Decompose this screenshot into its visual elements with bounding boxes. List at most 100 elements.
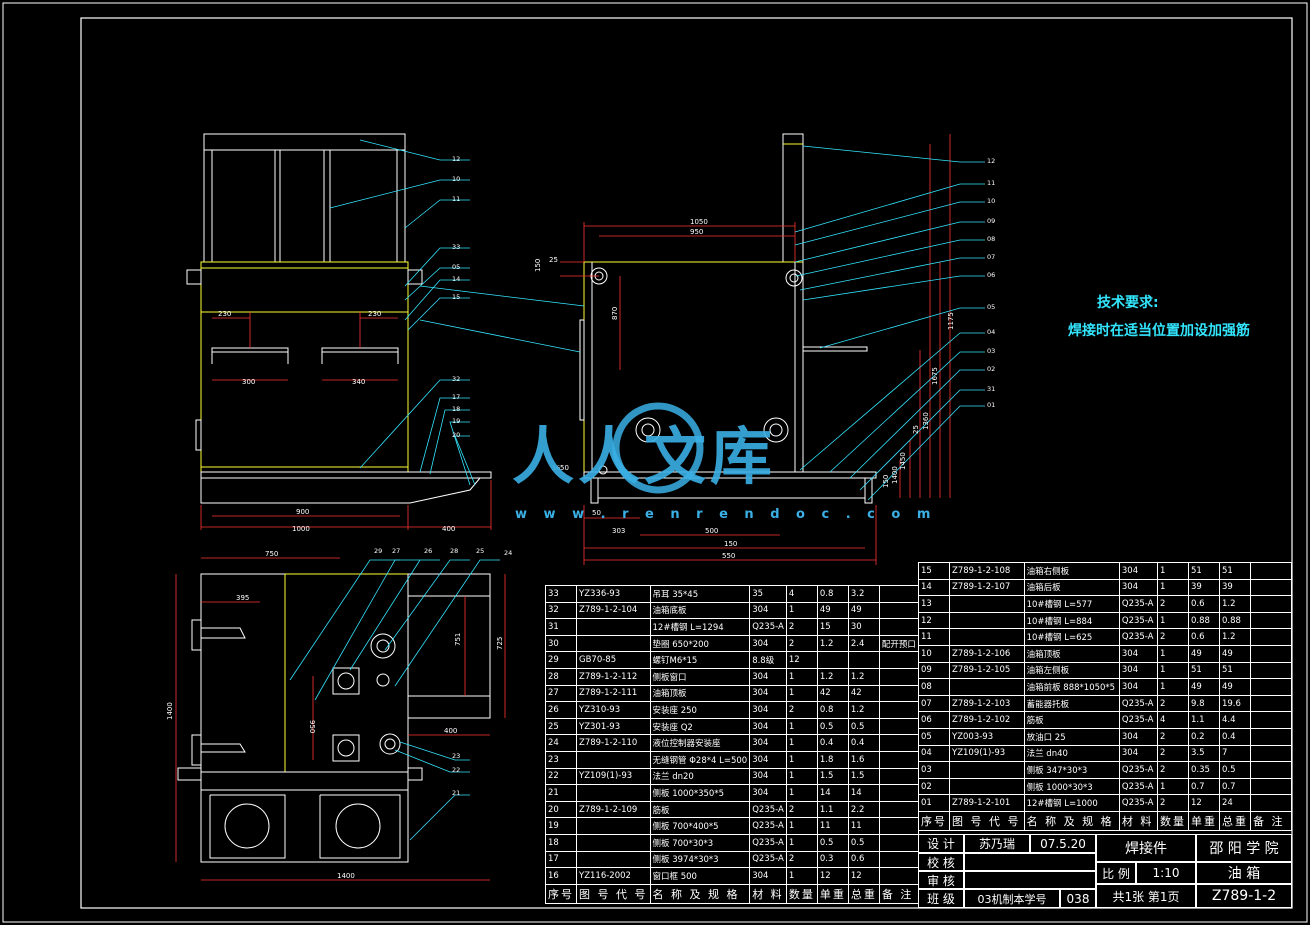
bom-right-cell: 1 [1156,678,1189,696]
bom-left-cell: 1 [785,767,818,786]
bom-left-cell: 42 [847,684,880,703]
bom-left-cell [878,585,920,603]
bom-left-cell: 18 [545,833,577,852]
tb-school: 邵 阳 学 院 [1196,834,1292,862]
bom-right-cell: 49 [1187,644,1220,663]
bom-left-cell: 22 [545,767,577,786]
dimension-label: 950 [690,228,703,236]
bom-table-left: 33 YZ336-93 吊耳 35*45 35 4 0.8 3.2 32 Z789-1-2-10… [545,585,920,904]
balloon-label: 17 [452,393,460,401]
bom-right-row: 01 Z789-1-2-101 12#槽钢 L=1000 Q235-A 2 12 24 [918,794,1293,812]
balloon-label: 05 [452,263,460,271]
bom-left-cell [576,784,651,802]
bom-right-cell [1249,761,1293,779]
bom-left-cell: 吊耳 35*45 [649,585,751,603]
dimension-label: 150 [724,540,737,548]
bom-left-row: 33 YZ336-93 吊耳 35*45 35 4 0.8 3.2 [545,585,920,603]
bom-right-cell: 12#槽钢 L=1000 [1023,794,1120,812]
bom-left-row: 25 YZ301-93 安装座 Q2 304 1 0.5 0.5 [545,717,920,736]
dimension-label: 25 [912,425,920,434]
bom-right-cell: 0.4 [1218,727,1251,746]
tb-review-value [964,871,1096,889]
balloon-label: 33 [452,243,460,251]
balloon-label: 15 [452,293,460,301]
bom-left-cell: 1.6 [847,750,880,769]
bom-right-cell [949,595,1025,613]
dimension-label: 400 [442,525,455,533]
bom-right-cell: 蓄能器托板 [1023,694,1120,713]
balloon-label: 32 [452,375,460,383]
bom-right-cell: 49 [1187,678,1220,696]
tb-check-label: 校 核 [918,853,964,871]
dimension-label: 751 [454,633,462,646]
bom-left-cell: 16 [545,867,577,885]
bom-left-cell: 2.2 [847,800,880,819]
bom-right-cell [949,678,1025,696]
bom-left-cell: 11 [816,817,849,835]
bom-left-cell [878,800,920,819]
bom-left-cell: 1.2 [847,701,880,719]
bom-left-cell [576,634,651,653]
dimension-label: 1675 [931,367,939,385]
bom-left-cell: 0.5 [816,833,849,852]
bom-left-cell [878,684,920,703]
bom-left-cell [816,651,849,669]
bom-left-cell: 25 [545,717,577,736]
bom-right-cell: 304 [1118,661,1158,680]
bom-left-cell: 304 [749,684,787,703]
bom-left-cell: 侧板窗口 [649,667,751,686]
bom-right-cell: YZ109(1)-93 [949,744,1025,763]
bom-left-cell: 法兰 dn20 [649,767,751,786]
bom-right-cell: 02 [918,777,950,796]
bom-right-cell [1249,744,1293,763]
bom-left-row: 30 垫圈 650*200 304 2 1.2 2.4 配开预口 [545,634,920,653]
bom-left-cell: 49 [816,601,849,620]
bom-right-cell: 10 [918,644,950,663]
dimension-label: 1000 [292,525,310,533]
dimension-label: 395 [236,594,249,602]
bom-right-cell: 数量 [1156,810,1189,831]
bom-right-cell: Z789-1-2-102 [949,711,1025,729]
bom-left-cell: Q235-A [749,850,787,869]
balloon-label: 09 [987,217,995,225]
bom-right-cell: 05 [918,727,950,746]
dimension-label: 25 [549,256,558,264]
bom-right-row: 13 10#槽钢 L=577 Q235-A 2 0.6 1.2 [918,595,1293,613]
bom-left-cell: 1 [785,784,818,802]
bom-right-cell: 304 [1118,727,1158,746]
bom-left-cell: 15 [816,618,849,636]
balloon-label: 24 [504,549,512,557]
bom-right-cell: 1 [1156,661,1189,680]
bom-right-cell [1249,777,1293,796]
bom-left-cell: 1 [785,684,818,703]
bom-right-cell: 51 [1187,562,1220,580]
bom-right-cell: 07 [918,694,950,713]
bom-right-cell: YZ003-93 [949,727,1025,746]
bom-right-cell: Z789-1-2-105 [949,661,1025,680]
bom-right-cell: 39 [1187,578,1220,597]
bom-right-cell [1249,578,1293,597]
bom-left-cell: 23 [545,750,577,769]
bom-left-cell: 27 [545,684,577,703]
bom-left-cell: Q235-A [749,618,787,636]
bom-right-cell: 1.2 [1218,595,1251,613]
bom-left-cell [847,651,880,669]
bom-left-cell: 1.5 [816,767,849,786]
bom-left-cell: 26 [545,701,577,719]
dimension-label: 300 [242,378,255,386]
balloon-label: 01 [987,401,995,409]
dimension-label: 1400 [891,466,899,484]
bom-left-cell: 液位控制器安装座 [649,734,751,752]
bom-right-cell: 4 [1156,711,1189,729]
bom-right-cell: 1 [1156,611,1189,630]
bom-right-cell: 0.5 [1218,761,1251,779]
bom-left-cell: 2.4 [847,634,880,653]
bom-left-cell: 0.6 [847,850,880,869]
tb-scale-label: 比 例 [1096,862,1136,884]
dimension-label: 150 [882,475,890,488]
bom-right-cell: 13 [918,595,950,613]
bom-table-right: 15 Z789-1-2-108 油箱右侧板 304 1 51 51 14 Z789-1-2-10… [918,562,1293,831]
balloon-label: 28 [450,547,458,555]
tb-designer: 苏乃瑞 [964,834,1030,853]
bom-left-cell: 12#槽钢 L=1294 [649,618,751,636]
